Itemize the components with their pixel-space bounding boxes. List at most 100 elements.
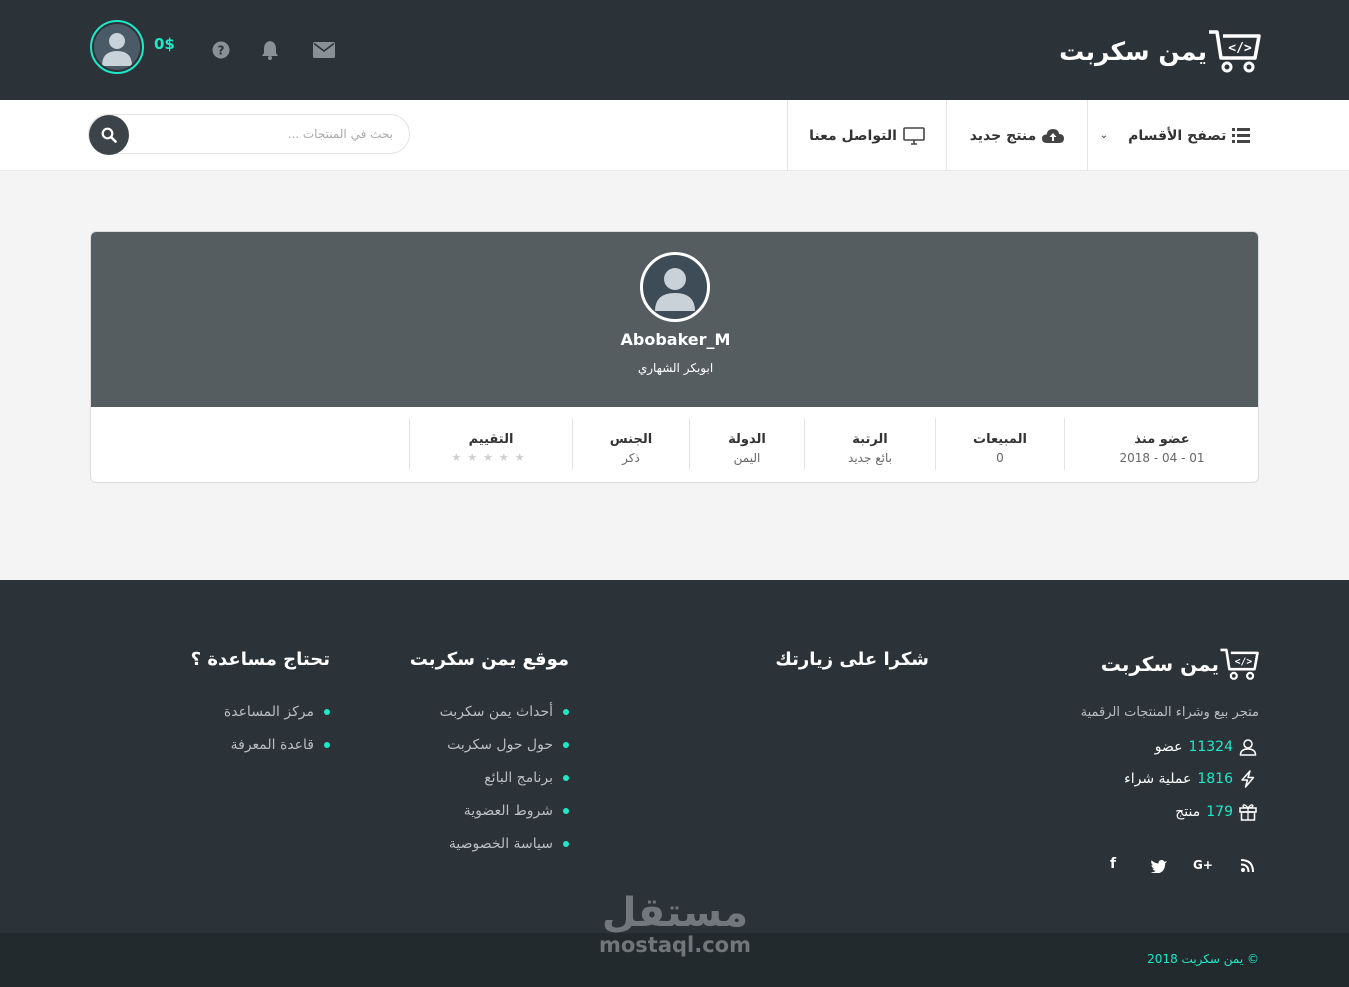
list-icon xyxy=(1232,128,1251,143)
search-box xyxy=(88,114,410,155)
nav-browse-label: تصفح الأقسام xyxy=(1128,127,1227,144)
bell-icon[interactable] xyxy=(261,40,279,60)
gift-icon xyxy=(1239,804,1257,821)
footer-help-links: مركز المساعدة قاعدة المعرفة xyxy=(224,695,330,761)
profile-header: Abobaker_M ابوبكر الشهاري xyxy=(91,232,1258,407)
footer-link[interactable]: سياسة الخصوصية xyxy=(440,827,569,860)
footer-link-label: شروط العضوية xyxy=(463,802,553,819)
footer-site-links: أحداث يمن سكربت حول حول سكربت برنامج الب… xyxy=(440,695,569,860)
stat-number: 11324 xyxy=(1188,739,1233,755)
stat-sales: المبيعات 0 xyxy=(935,418,1064,470)
bullet-dot xyxy=(563,741,569,748)
footer-stat-purchases: 1816 عملية شراء xyxy=(1124,770,1257,788)
stat-label: الجنس xyxy=(609,432,653,447)
stat-label: عملية شراء xyxy=(1124,771,1192,787)
envelope-icon[interactable] xyxy=(313,42,335,58)
stat-rating: التقييم ★★★★★ xyxy=(409,418,572,470)
footer-stat-members: 11324 عضو xyxy=(1155,738,1257,756)
twitter-icon[interactable] xyxy=(1150,859,1168,873)
balance-text[interactable]: 0$ xyxy=(154,35,175,53)
avatar-icon xyxy=(94,24,140,70)
mostaql-watermark: مستقل mostaql.com xyxy=(590,893,760,957)
footer-link[interactable]: مركز المساعدة xyxy=(224,695,330,728)
rating-stars: ★★★★★ xyxy=(451,451,531,464)
svg-text:?: ? xyxy=(218,44,225,58)
watermark-arabic: مستقل xyxy=(601,890,749,936)
stat-label: التقييم xyxy=(468,432,514,447)
stat-member-since: عضو منذ 2018 - 04 - 01 xyxy=(1064,418,1258,470)
nav-new-product-label: منتج جديد xyxy=(969,127,1037,144)
nav-contact[interactable]: التواصل معنا xyxy=(787,100,946,171)
watermark-latin: mostaql.com xyxy=(599,933,751,957)
cart-logo-icon: </> xyxy=(1220,648,1259,680)
cart-logo-icon: </> xyxy=(1209,30,1261,73)
profile-card: Abobaker_M ابوبكر الشهاري عضو منذ 2018 -… xyxy=(90,231,1259,483)
chevron-down-icon: ⌄ xyxy=(1099,130,1109,141)
footer-thanks-title: شكرا على زيارتك xyxy=(775,649,929,670)
help-icon[interactable]: ? xyxy=(212,41,230,59)
stat-label: الدولة xyxy=(728,432,766,447)
footer-link-label: قاعدة المعرفة xyxy=(230,736,314,753)
footer-link-label: مركز المساعدة xyxy=(223,703,314,720)
top-bar: </> يمن سكربت 0$ ? xyxy=(0,0,1349,100)
facebook-icon[interactable]: f xyxy=(1110,856,1116,872)
stat-label: عضو xyxy=(1154,739,1183,755)
stat-gender: الجنس ذكر xyxy=(572,418,689,470)
profile-full-name: ابوبكر الشهاري xyxy=(637,361,714,375)
footer-link-label: برنامج البائع xyxy=(484,769,553,786)
svg-text:</>: </> xyxy=(1228,41,1252,56)
footer-link[interactable]: أحداث يمن سكربت xyxy=(440,695,569,728)
footer-link[interactable]: برنامج البائع xyxy=(440,761,569,794)
stat-label: الرتبة xyxy=(852,432,888,447)
cloud-upload-icon xyxy=(1042,128,1065,143)
stat-label: عضو منذ xyxy=(1134,432,1190,447)
monitor-icon xyxy=(903,126,925,145)
footer-link[interactable]: قاعدة المعرفة xyxy=(224,728,330,761)
footer-link-label: حول حول سكربت xyxy=(447,736,553,753)
bullet-dot xyxy=(563,807,569,814)
site-logo[interactable]: </> يمن سكربت xyxy=(1059,28,1261,74)
search-input[interactable] xyxy=(133,115,393,153)
avatar-icon xyxy=(655,268,695,311)
stat-label: المبيعات xyxy=(973,432,1027,447)
stat-value: بائع جديد xyxy=(848,451,892,465)
bullet-dot xyxy=(563,840,569,847)
stat-value: 2018 - 04 - 01 xyxy=(1119,451,1205,465)
bullet-dot xyxy=(324,708,330,715)
bullet-dot xyxy=(563,708,569,715)
bolt-icon xyxy=(1241,770,1255,788)
stat-rank: الرتبة بائع جديد xyxy=(804,418,935,470)
nav-contact-label: التواصل معنا xyxy=(809,127,897,144)
stat-value: 0 xyxy=(996,451,1004,465)
footer-link-label: سياسة الخصوصية xyxy=(448,835,553,852)
stat-value: ذكر xyxy=(622,451,640,465)
bullet-dot xyxy=(324,741,330,748)
user-avatar[interactable] xyxy=(90,20,144,74)
bullet-dot xyxy=(563,774,569,781)
footer-link-label: أحداث يمن سكربت xyxy=(439,703,553,720)
footer-logo[interactable]: </> يمن سكربت xyxy=(1101,646,1259,682)
footer-site-title: موقع يمن سكربت xyxy=(409,649,569,670)
stat-number: 1816 xyxy=(1197,771,1233,787)
rss-icon[interactable] xyxy=(1241,859,1254,872)
logo-text: يمن سكربت xyxy=(1059,36,1208,66)
stat-number: 179 xyxy=(1206,804,1233,820)
stat-label: منتج xyxy=(1175,804,1201,820)
stat-value: اليمن xyxy=(733,451,761,465)
main-nav: تصفح الأقسام ⌄ منتج جديد التواصل معنا xyxy=(0,100,1349,171)
nav-new-product[interactable]: منتج جديد xyxy=(946,100,1087,171)
footer: </> يمن سكربت متجر بيع وشراء المنتجات ال… xyxy=(0,580,1349,933)
search-button[interactable] xyxy=(89,115,129,155)
nav-browse-categories[interactable]: تصفح الأقسام ⌄ xyxy=(1087,100,1262,171)
footer-link[interactable]: حول حول سكربت xyxy=(440,728,569,761)
footer-tagline: متجر بيع وشراء المنتجات الرقمية xyxy=(1080,705,1259,720)
user-icon xyxy=(1239,739,1257,756)
google-plus-icon[interactable]: G+ xyxy=(1193,858,1213,872)
stat-country: الدولة اليمن xyxy=(689,418,804,470)
svg-text:</>: </> xyxy=(1235,657,1253,668)
copyright-text: © يمن سكربت 2018 xyxy=(1147,952,1259,966)
search-icon xyxy=(101,127,117,143)
footer-link[interactable]: شروط العضوية xyxy=(440,794,569,827)
profile-avatar xyxy=(640,252,710,322)
footer-stat-products: 179 منتج xyxy=(1175,803,1257,821)
